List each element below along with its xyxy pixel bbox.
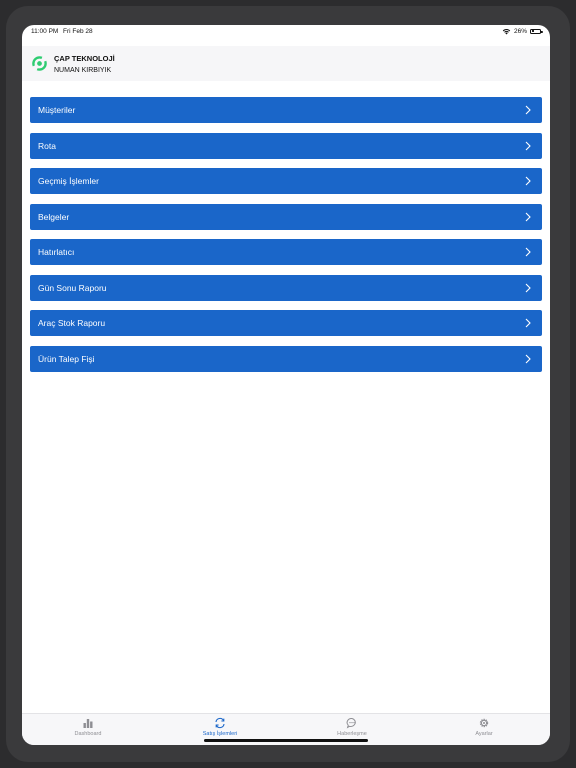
menu-item-label: Ürün Talep Fişi: [38, 353, 95, 364]
status-date: Fri Feb 28: [63, 28, 93, 35]
wifi-icon: [502, 28, 511, 34]
menu-item-label: Müşteriler: [38, 105, 76, 115]
menu-item-label: Geçmiş İşlemler: [38, 176, 99, 186]
menu-item-arac-stok-raporu[interactable]: Araç Stok Raporu: [30, 310, 542, 336]
chevron-right-icon: [525, 141, 531, 150]
menu-item-label: Belgeler: [38, 211, 70, 222]
bar-chart-icon: [83, 719, 93, 728]
status-time: 11:00 PM: [31, 28, 59, 35]
logo-ring-icon: [32, 56, 47, 71]
menu-item-musteriler[interactable]: Müşteriler: [30, 97, 542, 123]
chevron-right-icon: [525, 283, 531, 292]
tab-label: Dashboard: [74, 731, 102, 737]
tab-label: Ayarlar: [475, 731, 493, 737]
chat-icon: [346, 718, 356, 729]
chevron-right-icon: [525, 176, 531, 186]
battery-level: [531, 30, 534, 32]
tab-dashboard[interactable]: Dashboard: [22, 717, 154, 743]
app-screen: 11:00 PM Fri Feb 28 26% ÇAP TEKNOLOJİ NU…: [22, 25, 550, 745]
menu-item-label: Gün Sonu Raporu: [38, 282, 107, 293]
company-name: ÇAP TEKNOLOJİ: [54, 54, 115, 63]
menu-item-gecmis-islemler[interactable]: Geçmiş İşlemler: [30, 168, 542, 194]
battery-percent: 26%: [513, 27, 527, 35]
menu-item-belgeler[interactable]: Belgeler: [30, 203, 542, 230]
gear-icon: [479, 718, 489, 728]
chevron-right-icon: [525, 318, 531, 328]
menu-item-label: Rota: [38, 140, 56, 151]
menu-item-rota[interactable]: Rota: [30, 132, 542, 159]
app-header: ÇAP TEKNOLOJİ NUMAN KIRBIYIK: [22, 46, 550, 81]
user-name: NUMAN KIRBIYIK: [54, 67, 112, 74]
status-bar: 11:00 PM Fri Feb 28 26%: [22, 25, 550, 38]
menu-item-hatirlatici[interactable]: Hatırlatıcı: [30, 239, 542, 265]
status-indicators: 26%: [502, 27, 543, 35]
menu-item-gun-sonu-raporu[interactable]: Gün Sonu Raporu: [30, 274, 542, 301]
home-indicator[interactable]: [204, 739, 368, 742]
tab-ayarlar[interactable]: Ayarlar: [418, 717, 550, 743]
menu-item-label: Araç Stok Raporu: [38, 318, 106, 328]
chevron-right-icon: [525, 354, 531, 363]
chevron-right-icon: [525, 212, 531, 221]
tab-bar: Dashboard Satış İşlemleri Haberleşme Aya…: [22, 713, 550, 745]
sync-icon: [215, 717, 225, 729]
tab-label: Haberleşme: [337, 731, 367, 737]
chevron-right-icon: [525, 247, 531, 257]
chevron-right-icon: [525, 105, 531, 115]
menu-item-label: Hatırlatıcı: [38, 247, 75, 257]
battery-icon: [530, 28, 543, 34]
tab-label: Satış İşlemleri: [202, 731, 238, 737]
menu-item-urun-talep-fisi[interactable]: Ürün Talep Fişi: [30, 345, 542, 372]
